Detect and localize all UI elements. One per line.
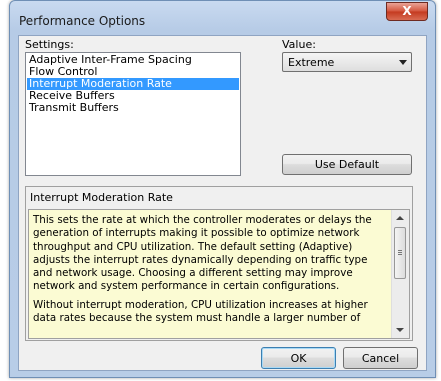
value-dropdown[interactable]: Extreme (282, 52, 412, 72)
chevron-down-icon (399, 60, 407, 65)
title-bar[interactable]: Performance Options X (10, 1, 435, 35)
close-button[interactable]: X (386, 2, 428, 21)
use-default-button[interactable]: Use Default (282, 154, 412, 175)
window-title: Performance Options (19, 14, 146, 28)
value-selected: Extreme (288, 56, 335, 69)
grip-line-icon (398, 252, 402, 253)
description-text: This sets the rate at which the controll… (33, 214, 389, 330)
settings-item-transmit-buffers[interactable]: Transmit Buffers (27, 102, 239, 114)
grip-line-icon (398, 250, 402, 251)
description-title: Interrupt Moderation Rate (30, 191, 173, 204)
grip-line-icon (398, 254, 402, 255)
ok-button[interactable]: OK (261, 347, 336, 369)
description-group: Interrupt Moderation Rate This sets the … (25, 186, 413, 341)
description-box[interactable]: This sets the rate at which the controll… (28, 209, 410, 339)
description-paragraph-2: Without interrupt moderation, CPU utiliz… (33, 298, 368, 325)
description-scrollbar[interactable] (391, 210, 409, 338)
scroll-up-arrow-icon[interactable] (396, 216, 404, 220)
scrollbar-thumb[interactable] (394, 227, 406, 279)
scroll-down-arrow-icon[interactable] (396, 328, 404, 332)
value-label: Value: (282, 38, 316, 51)
cancel-button[interactable]: Cancel (343, 347, 418, 369)
settings-list[interactable]: Adaptive Inter-Frame Spacing Flow Contro… (25, 52, 241, 176)
close-icon: X (402, 4, 412, 18)
settings-label: Settings: (25, 38, 74, 51)
description-paragraph-1: This sets the rate at which the controll… (33, 214, 372, 293)
performance-options-window: Performance Options X Settings: Adaptive… (9, 0, 436, 378)
dialog-body: Settings: Adaptive Inter-Frame Spacing F… (18, 35, 427, 371)
